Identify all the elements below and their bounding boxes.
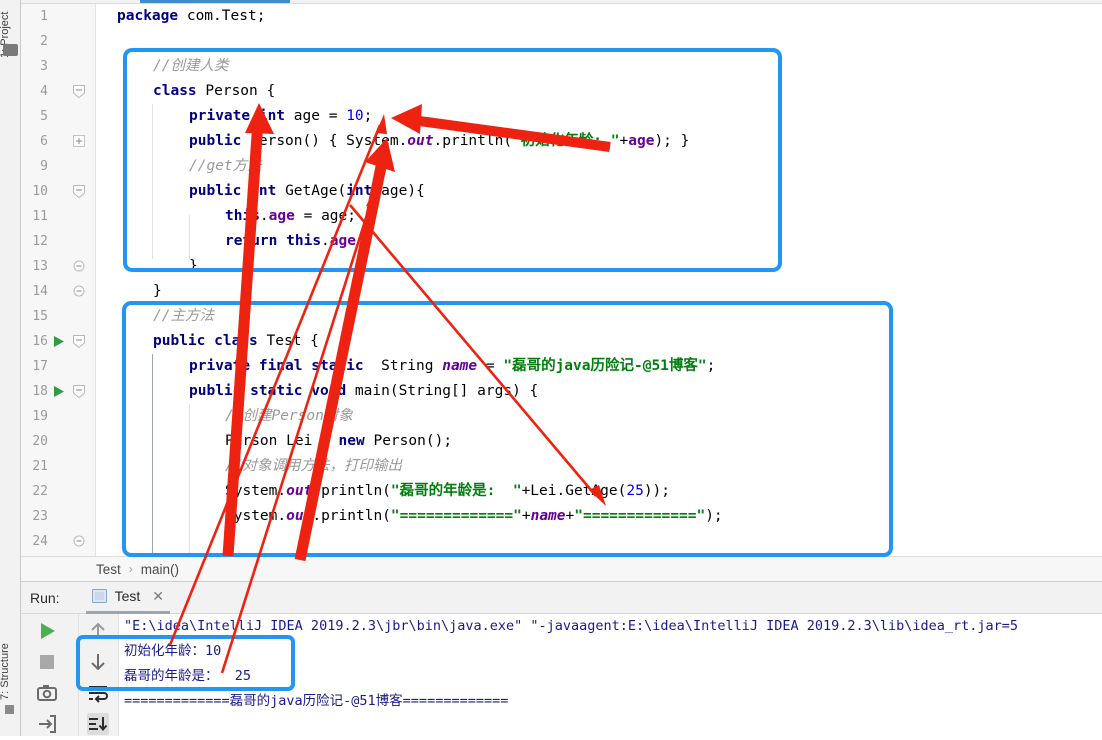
code-line[interactable]: public Person() { System.out.println("初始… — [189, 129, 689, 154]
line-number: 10 — [32, 184, 48, 199]
stop-icon[interactable] — [36, 651, 58, 673]
run-gutter-icon[interactable] — [53, 335, 65, 348]
line-number: 17 — [32, 359, 48, 374]
run-toolbar-console[interactable] — [79, 614, 119, 736]
console-output[interactable]: "E:\idea\IntelliJ IDEA 2019.2.3\jbr\bin\… — [119, 614, 1102, 736]
code-line[interactable]: //创建Person对象 — [225, 404, 353, 429]
line-number: 20 — [32, 434, 48, 449]
code-line[interactable]: package com.Test; — [117, 4, 265, 29]
line-number: 11 — [32, 209, 48, 224]
line-number: 4 — [40, 84, 48, 99]
line-number: 24 — [32, 534, 48, 549]
fold-collapse-icon[interactable] — [73, 335, 85, 348]
code-line[interactable]: class Person { — [153, 79, 275, 104]
line-number: 16 — [32, 334, 48, 349]
console-line: 磊哥的年龄是： 25 — [124, 668, 252, 684]
fold-collapse-icon[interactable] — [73, 535, 85, 547]
indent-guide — [152, 354, 153, 559]
run-tab-test[interactable]: Test ✕ — [85, 582, 170, 614]
code-line[interactable]: //对象调用方法，打印输出 — [225, 454, 402, 479]
run-panel-label: Run: — [30, 589, 60, 606]
code-line[interactable]: //主方法 — [153, 304, 214, 329]
run-gutter-icon[interactable] — [53, 385, 65, 398]
close-icon[interactable]: ✕ — [152, 588, 164, 605]
code-content[interactable]: package com.Test;//创建人类 class Person {pri… — [97, 4, 1102, 561]
line-number: 23 — [32, 509, 48, 524]
camera-icon[interactable] — [36, 682, 58, 704]
code-line[interactable]: } — [225, 529, 234, 554]
line-number: 9 — [40, 159, 48, 174]
fold-collapse-icon[interactable] — [73, 285, 85, 297]
indent-guide — [189, 404, 190, 559]
code-line[interactable]: System.out.println("磊哥的年龄是: "+Lei.GetAge… — [225, 479, 670, 504]
indent-guide — [152, 104, 153, 259]
code-line[interactable]: System.out.println("============="+name+… — [225, 504, 723, 529]
fold-collapse-icon[interactable] — [73, 260, 85, 272]
code-line[interactable]: public class Test { — [153, 329, 319, 354]
line-number: 3 — [40, 59, 48, 74]
code-line[interactable]: private int age = 10; — [189, 104, 372, 129]
line-number: 22 — [32, 484, 48, 499]
code-line[interactable]: } — [189, 254, 198, 279]
breadcrumb-class[interactable]: Test — [96, 562, 121, 577]
code-line[interactable]: this.age = age; — [225, 204, 356, 229]
line-number: 14 — [32, 284, 48, 299]
fold-expand-icon[interactable] — [73, 135, 85, 147]
code-line[interactable]: return this.age; — [225, 229, 365, 254]
code-line[interactable]: //创建人类 — [153, 54, 228, 79]
run-toolbar-left[interactable] — [21, 614, 79, 736]
code-line[interactable]: private final static String name = "磊哥的j… — [189, 354, 715, 379]
export-icon[interactable] — [36, 713, 58, 735]
line-number: 18 — [32, 384, 48, 399]
code-editor[interactable]: 1 2 3 4 5 6 9 10 11 12 13 14 15 16 17 18 19 20 21 22 23 24 pa… — [21, 0, 1102, 604]
console-line: 初始化年龄：10 — [124, 643, 222, 659]
line-number: 13 — [32, 259, 48, 274]
code-line[interactable]: //get方法 — [189, 154, 262, 179]
line-number: 19 — [32, 409, 48, 424]
console-line: =============磊哥的java历险记-@51博客===========… — [124, 693, 509, 709]
fold-collapse-icon[interactable] — [73, 385, 85, 398]
breadcrumb-method[interactable]: main() — [141, 562, 179, 577]
code-line[interactable]: Person Lei = new Person(); — [225, 429, 452, 454]
line-number: 5 — [40, 109, 48, 124]
code-line[interactable]: public static void main(String[] args) { — [189, 379, 538, 404]
indent-guide — [189, 215, 190, 259]
editor-gutter[interactable]: 1 2 3 4 5 6 9 10 11 12 13 14 15 16 17 18 19 20 21 22 23 24 — [21, 4, 96, 556]
soft-wrap-icon[interactable] — [87, 682, 109, 704]
square-icon — [5, 705, 14, 714]
down-arrow-icon[interactable] — [87, 651, 109, 673]
fold-collapse-icon[interactable] — [73, 85, 85, 98]
brace-match-highlight — [730, 140, 740, 161]
line-number: 1 — [40, 9, 48, 24]
breadcrumb[interactable]: Test › main() — [21, 556, 1102, 582]
sidebar-item-structure[interactable]: 7: Structure — [0, 624, 20, 700]
up-arrow-icon[interactable] — [87, 620, 109, 642]
line-number: 12 — [32, 234, 48, 249]
rerun-icon[interactable] — [36, 620, 58, 642]
code-line[interactable]: } — [153, 279, 162, 304]
console-line: "E:\idea\IntelliJ IDEA 2019.2.3\jbr\bin\… — [124, 618, 1019, 634]
fold-collapse-icon[interactable] — [73, 185, 85, 198]
active-tab-underline — [140, 0, 290, 3]
line-number: 15 — [32, 309, 48, 324]
code-line[interactable]: public int GetAge(int age){ — [189, 179, 425, 204]
breadcrumb-separator-icon: › — [128, 562, 133, 576]
line-number: 21 — [32, 459, 48, 474]
scroll-to-end-icon[interactable] — [87, 713, 109, 735]
run-tool-window[interactable]: Run: Test ✕ "E:\idea\IntelliJ IDEA 2019.… — [21, 582, 1102, 736]
run-tab-label: Test — [114, 588, 141, 604]
line-number: 2 — [40, 34, 48, 49]
run-config-icon — [91, 589, 107, 603]
run-panel-header: Run: Test ✕ — [21, 582, 1102, 614]
line-number: 6 — [40, 134, 48, 149]
caret-brace-highlight — [576, 390, 585, 411]
